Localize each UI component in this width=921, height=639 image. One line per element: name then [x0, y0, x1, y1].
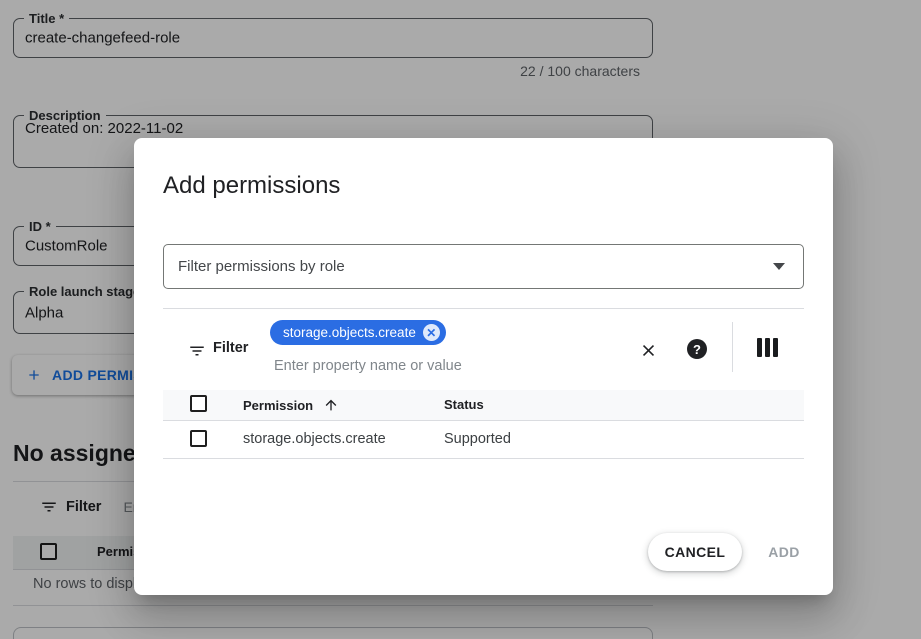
permission-column-header[interactable]: Permission	[243, 397, 339, 413]
divider	[163, 308, 804, 309]
chip-remove-icon[interactable]: ✕	[423, 324, 440, 341]
column-display-button[interactable]	[757, 338, 778, 357]
table-row[interactable]: storage.objects.create Supported	[163, 421, 804, 459]
add-permissions-dialog: Add permissions Filter permissions by ro…	[134, 138, 833, 595]
close-icon	[639, 341, 658, 360]
role-filter-dropdown-value: Filter permissions by role	[178, 258, 773, 275]
dialog-title: Add permissions	[163, 172, 340, 200]
cancel-button[interactable]: CANCEL	[648, 533, 742, 571]
status-column-header[interactable]: Status	[444, 397, 484, 412]
sort-ascending-icon	[323, 397, 339, 413]
filter-icon	[188, 342, 206, 360]
row-permission-cell: storage.objects.create	[243, 431, 386, 447]
chevron-down-icon	[773, 263, 785, 270]
help-button[interactable]: ?	[686, 338, 708, 360]
row-status-cell: Supported	[444, 431, 511, 447]
add-button[interactable]: ADD	[754, 533, 814, 571]
filter-chip[interactable]: storage.objects.create ✕	[270, 320, 446, 345]
filter-chip-label: storage.objects.create	[283, 325, 416, 340]
filter-label: Filter	[213, 340, 248, 356]
permissions-table-header: Permission Status	[163, 390, 804, 421]
row-checkbox[interactable]	[190, 430, 207, 447]
clear-filter-button[interactable]	[637, 339, 659, 361]
columns-icon	[757, 338, 762, 357]
select-all-checkbox[interactable]	[190, 395, 207, 412]
help-icon: ?	[687, 339, 707, 359]
create-role-page: Title * create-changefeed-role 22 / 100 …	[0, 0, 921, 639]
role-filter-dropdown[interactable]: Filter permissions by role	[163, 244, 804, 289]
toolbar-divider	[732, 322, 733, 372]
filter-input[interactable]: Enter property name or value	[274, 358, 462, 374]
